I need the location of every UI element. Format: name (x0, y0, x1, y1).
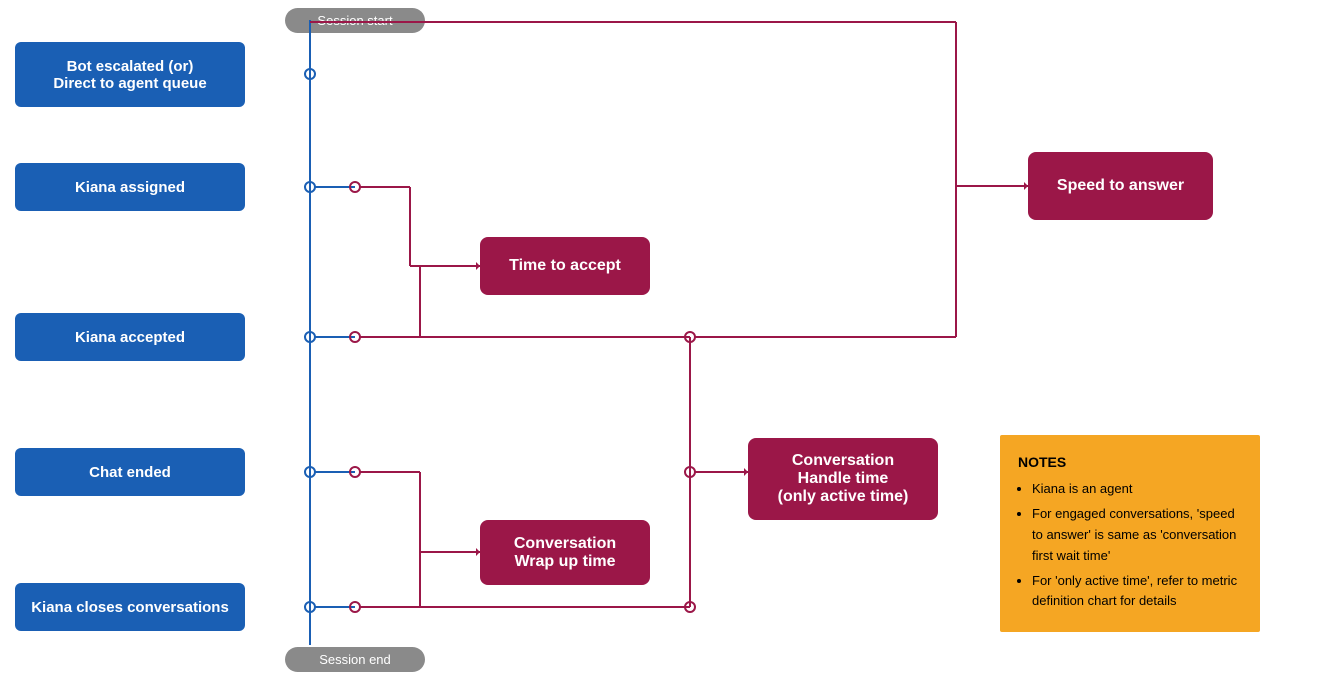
time-to-accept-box: Time to accept (480, 237, 650, 295)
notes-item-1: Kiana is an agent (1032, 479, 1242, 500)
session-start-pill: Session start (285, 8, 425, 33)
conversation-handle-box: ConversationHandle time(only active time… (748, 438, 938, 520)
session-end-pill: Session end (285, 647, 425, 672)
diagram-container: Session start Bot escalated (or)Direct t… (0, 0, 1343, 681)
chat-ended-box: Chat ended (15, 448, 245, 496)
notes-box: NOTES Kiana is an agent For engaged conv… (1000, 435, 1260, 632)
kiana-assigned-box: Kiana assigned (15, 163, 245, 211)
notes-list: Kiana is an agent For engaged conversati… (1018, 479, 1242, 612)
bot-escalated-box: Bot escalated (or)Direct to agent queue (15, 42, 245, 107)
notes-item-3: For 'only active time', refer to metric … (1032, 571, 1242, 613)
kiana-accepted-box: Kiana accepted (15, 313, 245, 361)
conversation-wrap-box: ConversationWrap up time (480, 520, 650, 585)
notes-item-2: For engaged conversations, 'speed to ans… (1032, 504, 1242, 566)
notes-title: NOTES (1018, 451, 1242, 473)
speed-to-answer-box: Speed to answer (1028, 152, 1213, 220)
kiana-closes-box: Kiana closes conversations (15, 583, 245, 631)
